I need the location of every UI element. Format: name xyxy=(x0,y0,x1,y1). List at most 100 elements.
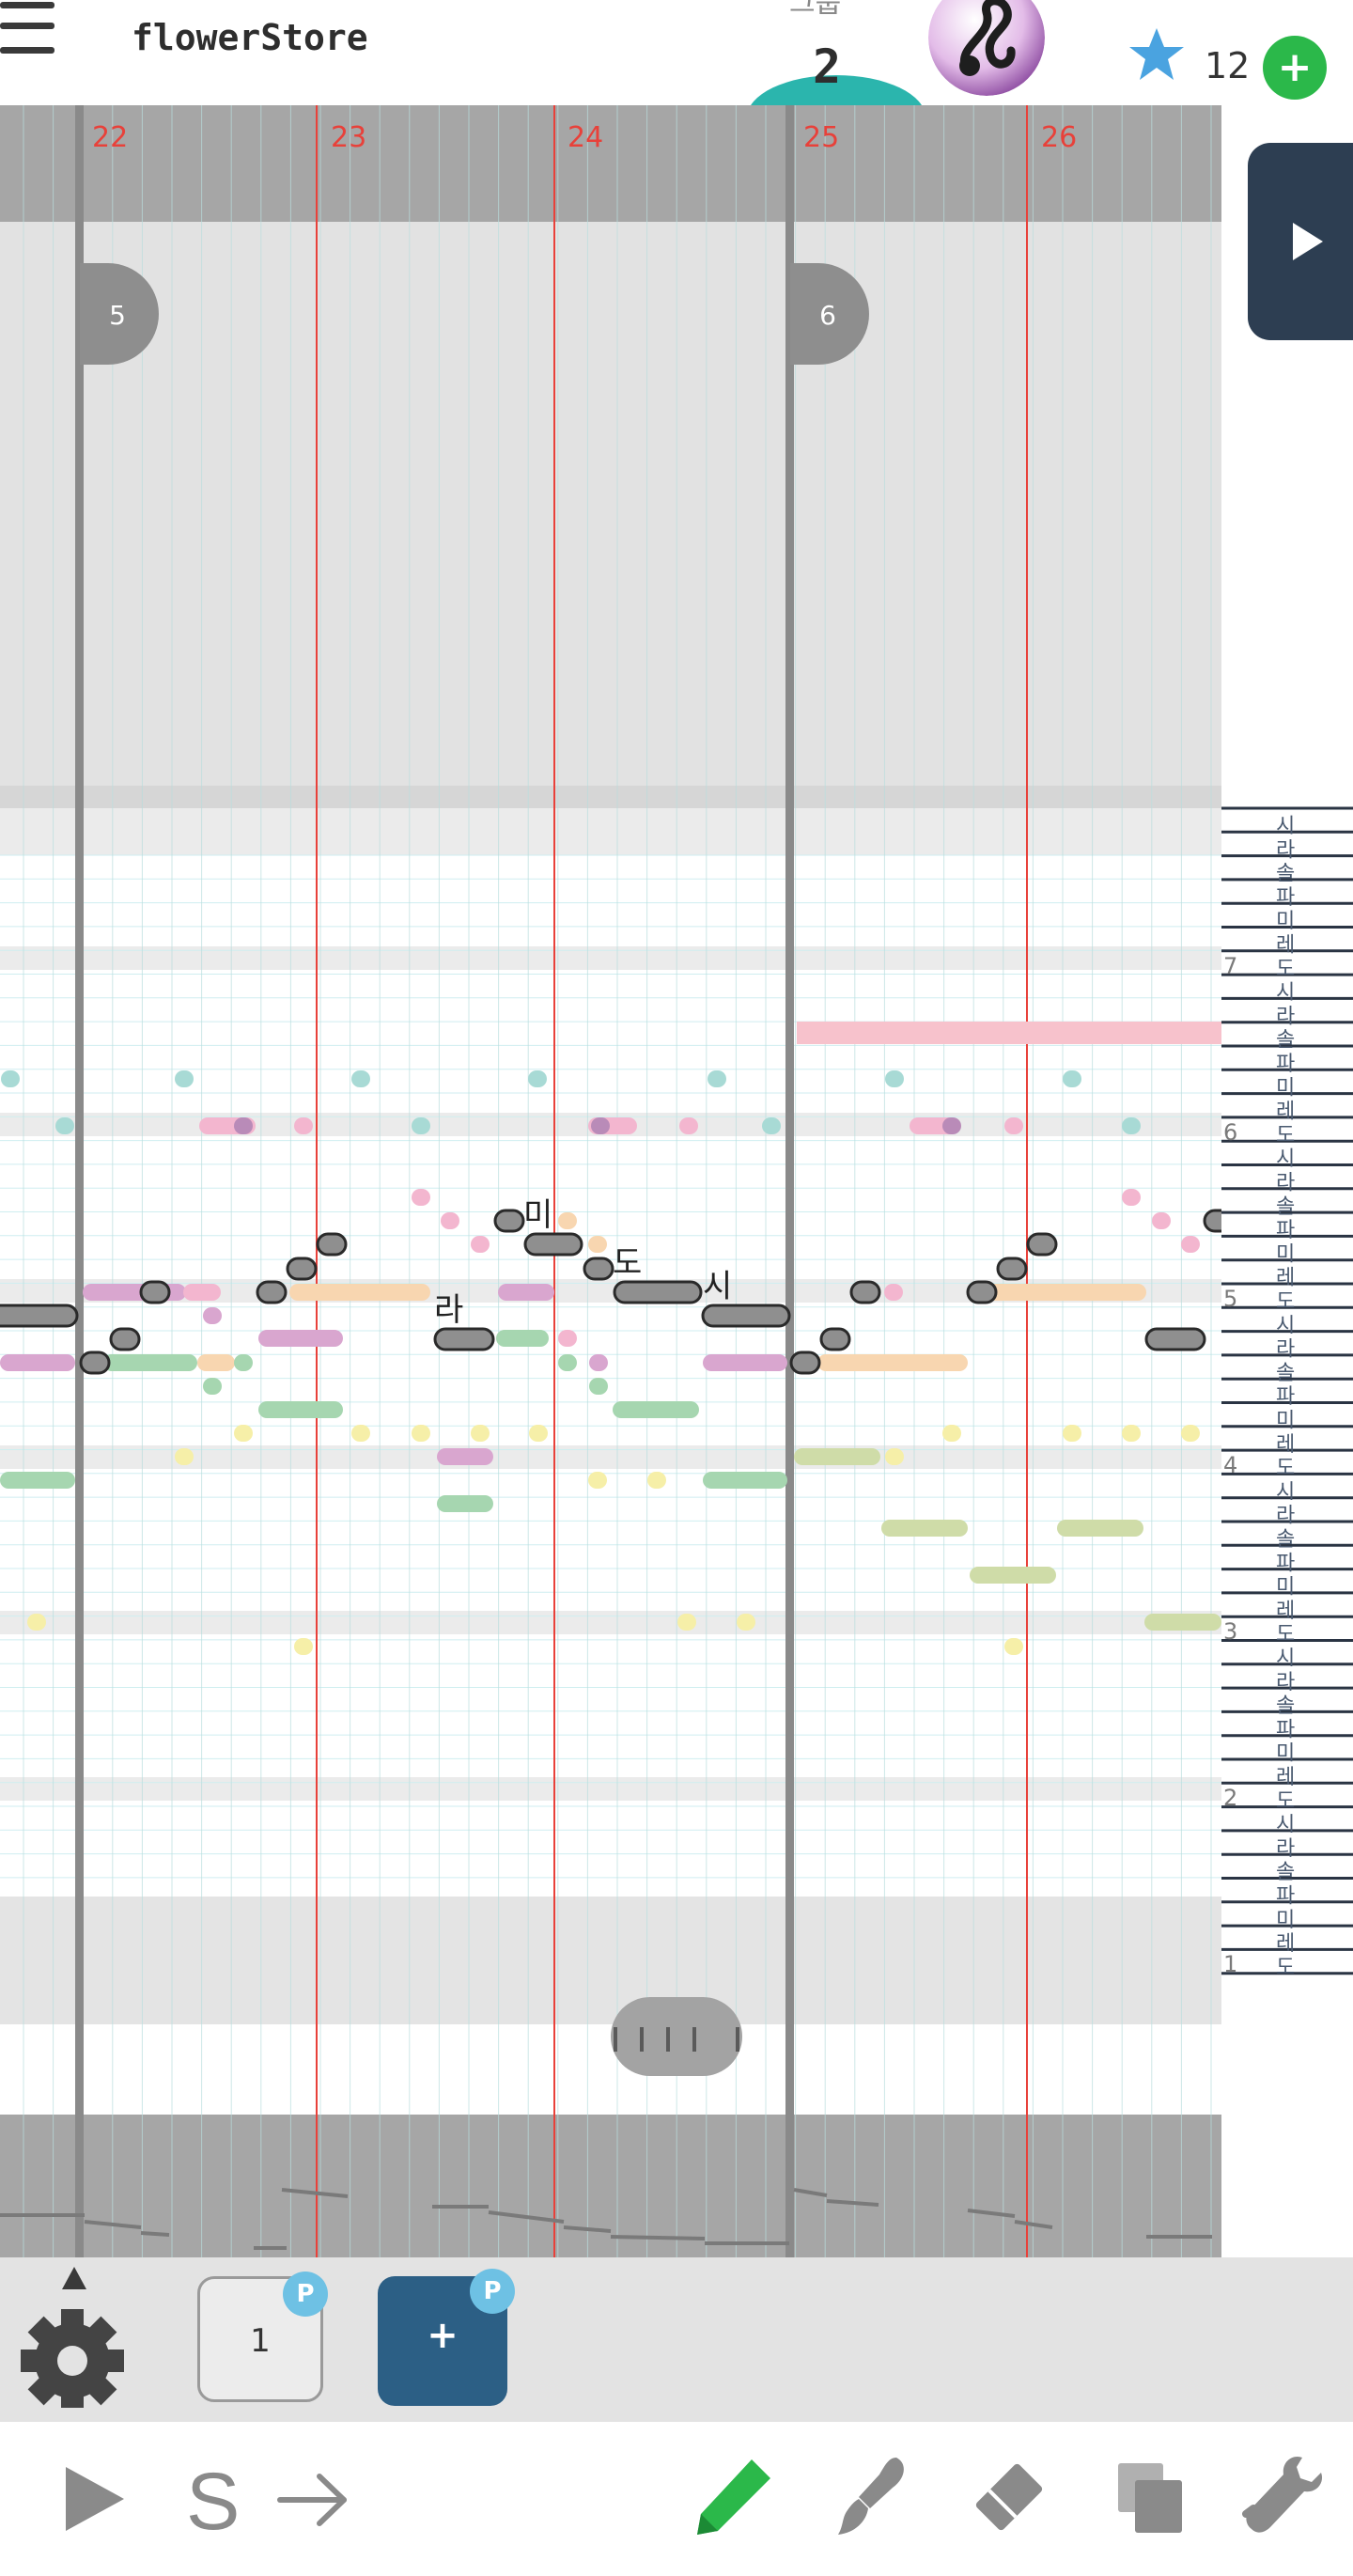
avatar[interactable] xyxy=(928,0,1045,96)
key-label: 솔 xyxy=(1276,863,1295,886)
ghost-note xyxy=(27,1614,46,1631)
note-grid[interactable] xyxy=(0,854,1221,1897)
lyric: 시 xyxy=(703,1268,732,1305)
key-label: 시 xyxy=(1276,1147,1295,1171)
key-label: 도 xyxy=(1276,1956,1295,1979)
add-stars-button[interactable]: + xyxy=(1263,36,1327,100)
piano-roll[interactable]: 22 23 24 25 26 5 6 미 도 라 시 xyxy=(0,105,1221,2257)
octave-label: 2 xyxy=(1223,1785,1237,1811)
ghost-note xyxy=(412,1189,430,1206)
ghost-note xyxy=(412,1117,430,1134)
ghost-note xyxy=(234,1117,253,1134)
gear-icon xyxy=(21,2309,124,2412)
eraser-icon[interactable] xyxy=(973,2461,1045,2533)
settings-button[interactable] xyxy=(17,2267,124,2412)
beat-gridlines xyxy=(23,105,1212,2257)
app-header: flowerStore 그룹 2 12 + xyxy=(0,0,1353,105)
key-label: 레 xyxy=(1276,934,1295,958)
ghost-note xyxy=(1181,1236,1200,1253)
brush-icon[interactable] xyxy=(831,2454,911,2538)
add-page-button[interactable]: + P xyxy=(378,2269,515,2406)
key-label: 미 xyxy=(1276,910,1295,933)
key-label: 도 xyxy=(1276,958,1295,981)
key-label: 파 xyxy=(1276,886,1295,910)
note xyxy=(433,1327,495,1351)
lyric: 도 xyxy=(613,1244,642,1282)
copy-icon[interactable] xyxy=(1112,2458,1188,2537)
octave-label: 6 xyxy=(1223,1119,1237,1146)
key-label: 파 xyxy=(1276,1885,1295,1909)
arrow-right-icon[interactable] xyxy=(276,2467,351,2533)
premium-badge: P xyxy=(470,2269,515,2314)
wrench-icon[interactable] xyxy=(1240,2452,1325,2542)
key-label: 라 xyxy=(1276,1338,1295,1362)
s-icon[interactable]: S xyxy=(182,2458,248,2540)
key-label: 파 xyxy=(1276,1219,1295,1242)
key-label: 미 xyxy=(1276,1909,1295,1932)
key-label: 파 xyxy=(1276,1718,1295,1741)
ghost-note xyxy=(708,1070,726,1087)
note xyxy=(109,1327,141,1351)
scroll-handle[interactable] xyxy=(611,1997,742,2076)
ghost-note xyxy=(942,1117,961,1134)
ghost-note xyxy=(234,1354,253,1371)
key-label: 라 xyxy=(1276,1505,1295,1528)
key-label: 솔 xyxy=(1276,1528,1295,1552)
key-label: 시 xyxy=(1276,815,1295,838)
add-icon: + xyxy=(427,2314,459,2357)
pencil-icon[interactable] xyxy=(693,2456,774,2537)
ghost-note xyxy=(351,1070,370,1087)
ghost-note xyxy=(558,1354,577,1371)
octave-label: 7 xyxy=(1223,953,1237,979)
key-label: 솔 xyxy=(1276,1694,1295,1718)
ghost-note xyxy=(558,1330,577,1347)
key-label: 미 xyxy=(1276,1742,1295,1766)
ghost-note xyxy=(970,1567,1056,1584)
ghost-note xyxy=(558,1212,577,1229)
ghost-note xyxy=(588,1236,607,1253)
note xyxy=(0,1304,79,1328)
ghost-note xyxy=(471,1425,490,1442)
measure-number: 22 xyxy=(92,121,128,154)
premium-badge: P xyxy=(283,2272,328,2317)
ghost-note xyxy=(412,1425,430,1442)
octave-band xyxy=(0,1777,1221,1801)
octave-band xyxy=(0,1611,1221,1634)
key-label: 라 xyxy=(1276,1671,1295,1694)
play-preview-tab[interactable] xyxy=(1248,143,1353,340)
piano-keyboard[interactable]: 시라솔파미레도시라솔파미레도시라솔파미레도시라솔파미레도시라솔파미레도시라솔파미… xyxy=(1221,804,1353,1985)
ghost-note xyxy=(613,1401,699,1418)
ghost-note xyxy=(589,1354,608,1371)
ghost-note xyxy=(987,1284,1146,1301)
key-label: 레 xyxy=(1276,1267,1295,1290)
ghost-note xyxy=(351,1425,370,1442)
section-number: 6 xyxy=(819,300,836,331)
octave-label: 4 xyxy=(1223,1452,1237,1478)
bottom-toolbar: S xyxy=(0,2422,1353,2576)
ghost-note xyxy=(737,1614,755,1631)
menu-icon[interactable] xyxy=(0,0,60,66)
ghost-note xyxy=(1181,1425,1200,1442)
key-label: 시 xyxy=(1276,1480,1295,1504)
key-label: 도 xyxy=(1276,1124,1295,1147)
ghost-note xyxy=(677,1614,696,1631)
ghost-note xyxy=(1152,1212,1171,1229)
key-label: 미 xyxy=(1276,1576,1295,1600)
ghost-note xyxy=(258,1401,343,1418)
key-label: 라 xyxy=(1276,1005,1295,1028)
note xyxy=(819,1327,851,1351)
ghost-note xyxy=(498,1284,554,1301)
play-icon[interactable] xyxy=(58,2459,133,2538)
ghost-note xyxy=(1122,1425,1141,1442)
note xyxy=(1144,1327,1206,1351)
section-number: 5 xyxy=(109,300,126,331)
page-thumbnail-1[interactable]: 1 P xyxy=(197,2272,328,2402)
svg-text:S: S xyxy=(186,2458,240,2540)
ghost-note xyxy=(234,1425,253,1442)
ghost-note xyxy=(884,1284,903,1301)
ghost-note xyxy=(496,1330,549,1347)
ghost-note xyxy=(0,1354,75,1371)
note xyxy=(286,1257,318,1281)
ghost-note xyxy=(289,1284,430,1301)
note xyxy=(789,1350,821,1375)
